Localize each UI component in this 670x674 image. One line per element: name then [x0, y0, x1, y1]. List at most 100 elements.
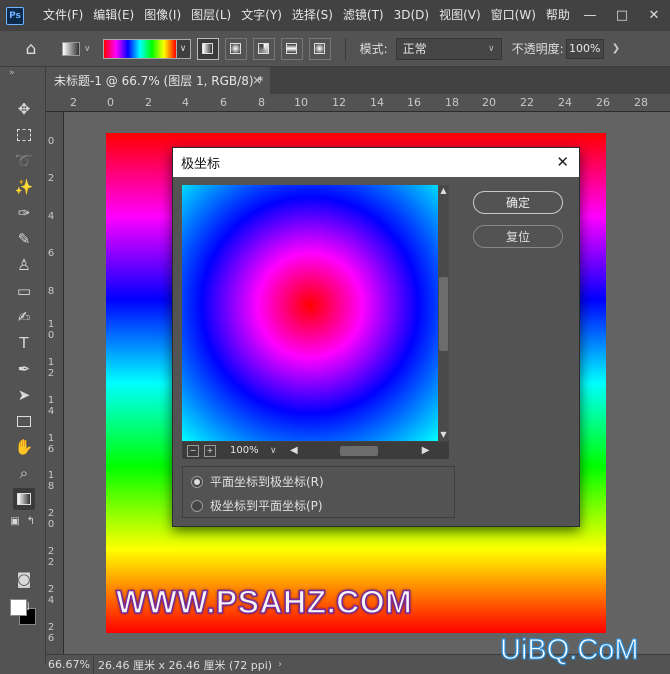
angle-gradient-button[interactable] [252, 37, 275, 60]
ruler-tick: 0 [47, 136, 55, 147]
menu-3d[interactable]: 3D(D) [389, 0, 434, 31]
radio-unselected[interactable] [191, 499, 203, 512]
zoom-in-icon[interactable]: + [204, 444, 216, 457]
eyedropper-tool-icon[interactable]: ✑ [13, 202, 35, 224]
preview-vertical-scrollbar[interactable]: ▲ ▼ [438, 185, 449, 441]
history-brush-tool-icon[interactable]: ✍ [13, 306, 35, 328]
close-icon[interactable]: ✕ [556, 153, 569, 171]
menu-image[interactable]: 图像(I) [139, 0, 186, 31]
ruler-vertical[interactable]: 0 2 4 6 8 1 0 1 2 1 4 1 6 1 8 2 0 2 2 2 … [46, 112, 64, 654]
options-bar: ⌂ ∨ ∨ 模式: 正常 ∨ 不透明度: 100% ❯ [0, 31, 670, 67]
rectangle-tool-icon[interactable] [13, 410, 35, 432]
toolbox: » ✥ ➰ ✨ ✑ ✎ ♙ ▭ ✍ T ✒ ➤ ✋ ⌕ ▣ ↰ ◙ ⧉ [0, 67, 46, 664]
diamond-gradient-button[interactable] [308, 37, 331, 60]
menu-type[interactable]: 文字(Y) [236, 0, 287, 31]
brush-tool-icon[interactable]: ✎ [13, 228, 35, 250]
close-icon[interactable]: ✕ [638, 0, 670, 31]
menu-view[interactable]: 视图(V) [434, 0, 486, 31]
gradient-preset-swatch[interactable] [62, 41, 80, 56]
ruler-tick: 4 [182, 96, 189, 109]
document-tab-title: 未标题-1 @ 66.7% (图层 1, RGB/8) * [54, 74, 264, 88]
menu-edit[interactable]: 编辑(E) [88, 0, 139, 31]
stamp-tool-icon[interactable]: ♙ [13, 254, 35, 276]
radio-selected[interactable] [191, 475, 203, 488]
opacity-label: 不透明度: [511, 42, 564, 56]
swap-colors-icon[interactable]: ↰ [24, 514, 38, 528]
lasso-tool-icon[interactable]: ➰ [13, 150, 35, 172]
linear-gradient-button[interactable] [196, 37, 219, 60]
menu-help[interactable]: 帮助 [541, 0, 575, 31]
option-polar-to-rect[interactable]: 极坐标到平面坐标(P) [191, 497, 323, 514]
zoom-tool-icon[interactable]: ⌕ [13, 462, 35, 484]
document-info: 26.46 厘米 x 26.46 厘米 (72 ppi) [98, 658, 273, 672]
menu-filter[interactable]: 滤镜(T) [338, 0, 389, 31]
move-tool-icon[interactable]: ✥ [13, 98, 35, 120]
mode-select[interactable]: 正常 ∨ [395, 37, 502, 60]
scroll-right-icon[interactable]: ▶ [422, 445, 430, 456]
scroll-down-icon[interactable]: ▼ [438, 429, 449, 441]
radial-gradient-button[interactable] [224, 37, 247, 60]
ruler-tick: 2 6 [47, 622, 55, 644]
menu-window[interactable]: 窗口(W) [486, 0, 541, 31]
photoshop-window: Ps 文件(F) 编辑(E) 图像(I) 图层(L) 文字(Y) 选择(S) 滤… [0, 0, 670, 674]
quick-select-tool-icon[interactable]: ✨ [13, 176, 35, 198]
menu-bar: Ps 文件(F) 编辑(E) 图像(I) 图层(L) 文字(Y) 选择(S) 滤… [0, 0, 670, 31]
default-colors-icon[interactable]: ▣ [8, 514, 22, 528]
polar-coordinates-dialog: 极坐标 ✕ ▲ ▼ − + 100% ∨ ◀ ▶ 确定 复位 平面坐标到极坐标(… [172, 147, 580, 527]
reset-button[interactable]: 复位 [473, 225, 563, 248]
hand-tool-icon[interactable]: ✋ [13, 436, 35, 458]
document-tab[interactable]: 未标题-1 @ 66.7% (图层 1, RGB/8) * × [46, 67, 270, 94]
preview-horizontal-scrollbar[interactable] [298, 445, 418, 456]
scroll-thumb[interactable] [339, 446, 378, 456]
foreground-color-swatch[interactable] [10, 599, 27, 616]
dialog-titlebar[interactable]: 极坐标 ✕ [173, 148, 579, 177]
ok-button[interactable]: 确定 [473, 191, 563, 214]
chevron-down-icon: ∨ [488, 43, 495, 54]
chevron-down-icon[interactable]: ∨ [84, 44, 91, 54]
ruler-tick: 12 [332, 96, 346, 109]
type-tool-icon[interactable]: T [13, 332, 35, 354]
minimize-icon[interactable]: — [574, 0, 606, 31]
ruler-tick: 1 4 [47, 395, 55, 417]
preview-image[interactable] [182, 185, 438, 441]
zoom-level[interactable]: 66.67% [46, 655, 94, 674]
menu-select[interactable]: 选择(S) [287, 0, 338, 31]
scroll-thumb[interactable] [439, 277, 448, 351]
zoom-out-icon[interactable]: − [187, 444, 199, 457]
ruler-tick: 20 [482, 96, 496, 109]
path-select-tool-icon[interactable]: ➤ [13, 384, 35, 406]
marquee-tool-icon[interactable] [13, 124, 35, 146]
ruler-tick: 2 4 [47, 584, 55, 606]
chevron-right-icon[interactable]: › [278, 659, 282, 670]
ruler-horizontal[interactable]: 2 0 2 4 6 8 10 12 14 16 18 20 22 24 26 2… [46, 94, 670, 112]
gradient-editor-bar[interactable] [102, 38, 177, 59]
eraser-tool-icon[interactable]: ▭ [13, 280, 35, 302]
home-icon[interactable]: ⌂ [16, 37, 46, 61]
chevron-right-icon[interactable]: ❯ [612, 43, 620, 54]
dialog-title: 极坐标 [181, 157, 221, 172]
ruler-tick: 2 [145, 96, 152, 109]
ruler-tick: 28 [634, 96, 648, 109]
ruler-tick: 2 [70, 96, 77, 109]
collapse-icon[interactable]: » [9, 68, 15, 78]
opacity-input[interactable]: 100% [565, 38, 604, 59]
option-rect-to-polar[interactable]: 平面坐标到极坐标(R) [191, 473, 324, 490]
scroll-left-icon[interactable]: ◀ [290, 445, 298, 456]
chevron-down-icon[interactable]: ∨ [270, 446, 284, 456]
tab-close-icon[interactable]: × [252, 73, 262, 87]
quick-mask-icon[interactable]: ◙ [13, 568, 35, 590]
ruler-tick: 2 [47, 173, 55, 184]
preview-zoom-value[interactable]: 100% [230, 445, 270, 456]
maximize-icon[interactable]: □ [606, 0, 638, 31]
ruler-tick: 2 2 [47, 546, 55, 568]
gradient-tool-icon[interactable] [13, 488, 35, 510]
ruler-tick: 16 [407, 96, 421, 109]
ruler-tick: 18 [445, 96, 459, 109]
pen-tool-icon[interactable]: ✒ [13, 358, 35, 380]
gradient-picker-chevron-icon[interactable]: ∨ [176, 38, 191, 59]
reflected-gradient-button[interactable] [280, 37, 303, 60]
scroll-up-icon[interactable]: ▲ [438, 185, 449, 197]
menu-layer[interactable]: 图层(L) [186, 0, 236, 31]
menu-file[interactable]: 文件(F) [38, 0, 88, 31]
app-logo: Ps [6, 6, 24, 25]
